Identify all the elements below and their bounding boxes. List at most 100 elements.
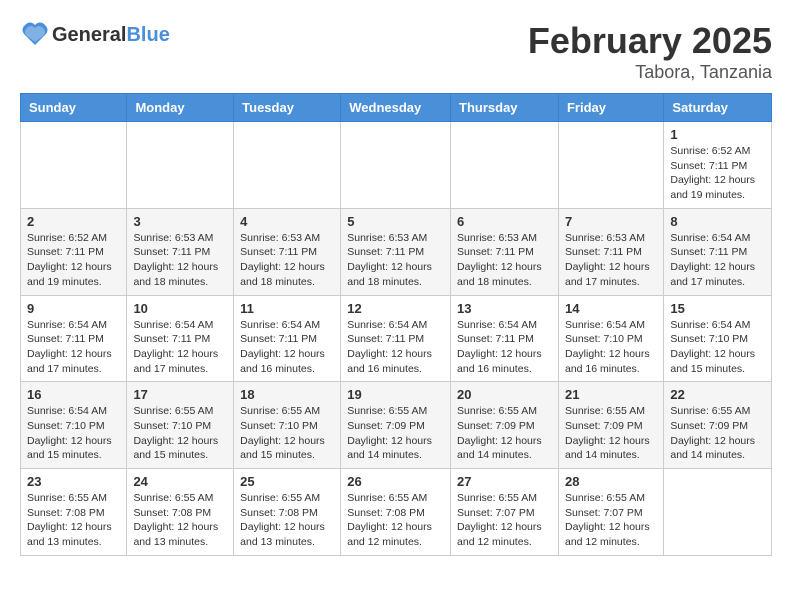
calendar-week-5: 23 Sunrise: 6:55 AM Sunset: 7:08 PM Dayli…	[21, 469, 772, 556]
calendar-cell: 16 Sunrise: 6:54 AM Sunset: 7:10 PM Dayli…	[21, 382, 127, 469]
day-number: 16	[27, 387, 120, 402]
calendar-cell: 15 Sunrise: 6:54 AM Sunset: 7:10 PM Dayli…	[664, 295, 772, 382]
day-number: 3	[133, 214, 227, 229]
calendar-cell: 24 Sunrise: 6:55 AM Sunset: 7:08 PM Dayli…	[127, 469, 234, 556]
day-number: 27	[457, 474, 552, 489]
day-number: 15	[670, 301, 765, 316]
calendar-cell	[127, 122, 234, 209]
calendar-cell	[341, 122, 451, 209]
calendar-cell: 21 Sunrise: 6:55 AM Sunset: 7:09 PM Dayli…	[558, 382, 663, 469]
logo-general: General	[52, 24, 126, 46]
calendar-cell: 23 Sunrise: 6:55 AM Sunset: 7:08 PM Dayli…	[21, 469, 127, 556]
day-number: 13	[457, 301, 552, 316]
day-info: Sunrise: 6:55 AM Sunset: 7:10 PM Dayligh…	[133, 404, 227, 463]
day-info: Sunrise: 6:54 AM Sunset: 7:11 PM Dayligh…	[27, 318, 120, 377]
day-info: Sunrise: 6:54 AM Sunset: 7:10 PM Dayligh…	[27, 404, 120, 463]
calendar-cell: 12 Sunrise: 6:54 AM Sunset: 7:11 PM Dayli…	[341, 295, 451, 382]
location-title: Tabora, Tanzania	[528, 62, 772, 83]
day-number: 14	[565, 301, 657, 316]
day-info: Sunrise: 6:53 AM Sunset: 7:11 PM Dayligh…	[133, 231, 227, 290]
day-number: 28	[565, 474, 657, 489]
weekday-header-thursday: Thursday	[451, 94, 559, 122]
day-number: 21	[565, 387, 657, 402]
day-info: Sunrise: 6:55 AM Sunset: 7:09 PM Dayligh…	[670, 404, 765, 463]
day-number: 11	[240, 301, 334, 316]
day-number: 25	[240, 474, 334, 489]
weekday-header-saturday: Saturday	[664, 94, 772, 122]
calendar-cell: 10Sunrise: 6:54 AM Sunset: 7:11 PM Dayli…	[127, 295, 234, 382]
weekday-header-friday: Friday	[558, 94, 663, 122]
day-number: 20	[457, 387, 552, 402]
weekday-header-sunday: Sunday	[21, 94, 127, 122]
calendar-cell: 7 Sunrise: 6:53 AM Sunset: 7:11 PM Daylig…	[558, 208, 663, 295]
calendar-cell: 25 Sunrise: 6:55 AM Sunset: 7:08 PM Dayli…	[234, 469, 341, 556]
calendar-cell: 1 Sunrise: 6:52 AM Sunset: 7:11 PM Daylig…	[664, 122, 772, 209]
day-number: 26	[347, 474, 444, 489]
day-info: Sunrise: 6:55 AM Sunset: 7:07 PM Dayligh…	[457, 491, 552, 550]
calendar-cell: 4 Sunrise: 6:53 AM Sunset: 7:11 PM Daylig…	[234, 208, 341, 295]
day-info: Sunrise: 6:54 AM Sunset: 7:10 PM Dayligh…	[670, 318, 765, 377]
logo-blue: Blue	[126, 24, 169, 46]
day-number: 1	[670, 127, 765, 142]
calendar-table: SundayMondayTuesdayWednesdayThursdayFrid…	[20, 93, 772, 556]
day-info: Sunrise: 6:55 AM Sunset: 7:08 PM Dayligh…	[240, 491, 334, 550]
calendar-week-3: 9 Sunrise: 6:54 AM Sunset: 7:11 PM Daylig…	[21, 295, 772, 382]
day-info: Sunrise: 6:52 AM Sunset: 7:11 PM Dayligh…	[670, 144, 765, 203]
logo: GeneralBlue	[20, 20, 170, 50]
day-info: Sunrise: 6:54 AM Sunset: 7:11 PM Dayligh…	[457, 318, 552, 377]
day-number: 12	[347, 301, 444, 316]
calendar-cell	[451, 122, 559, 209]
day-number: 7	[565, 214, 657, 229]
weekday-header-monday: Monday	[127, 94, 234, 122]
day-info: Sunrise: 6:55 AM Sunset: 7:08 PM Dayligh…	[133, 491, 227, 550]
weekday-header-row: SundayMondayTuesdayWednesdayThursdayFrid…	[21, 94, 772, 122]
calendar-cell: 11 Sunrise: 6:54 AM Sunset: 7:11 PM Dayli…	[234, 295, 341, 382]
day-number: 8	[670, 214, 765, 229]
calendar-cell: 17 Sunrise: 6:55 AM Sunset: 7:10 PM Dayli…	[127, 382, 234, 469]
weekday-header-tuesday: Tuesday	[234, 94, 341, 122]
day-number: 2	[27, 214, 120, 229]
day-number: 22	[670, 387, 765, 402]
day-number: 19	[347, 387, 444, 402]
calendar-cell: 19 Sunrise: 6:55 AM Sunset: 7:09 PM Dayli…	[341, 382, 451, 469]
day-info: Sunrise: 6:54 AM Sunset: 7:11 PM Dayligh…	[240, 318, 334, 377]
day-number: 10	[133, 301, 227, 316]
calendar-cell: 2 Sunrise: 6:52 AM Sunset: 7:11 PM Daylig…	[21, 208, 127, 295]
day-number: 18	[240, 387, 334, 402]
day-number: 23	[27, 474, 120, 489]
day-info: Sunrise: 6:52 AM Sunset: 7:11 PM Dayligh…	[27, 231, 120, 290]
calendar-week-4: 16 Sunrise: 6:54 AM Sunset: 7:10 PM Dayli…	[21, 382, 772, 469]
day-info: Sunrise: 6:55 AM Sunset: 7:08 PM Dayligh…	[27, 491, 120, 550]
day-number: 4	[240, 214, 334, 229]
day-info: Sunrise: 6:55 AM Sunset: 7:09 PM Dayligh…	[565, 404, 657, 463]
day-info: Sunrise: 6:55 AM Sunset: 7:09 PM Dayligh…	[347, 404, 444, 463]
calendar-cell: 13 Sunrise: 6:54 AM Sunset: 7:11 PM Dayli…	[451, 295, 559, 382]
calendar-cell	[664, 469, 772, 556]
calendar-week-2: 2 Sunrise: 6:52 AM Sunset: 7:11 PM Daylig…	[21, 208, 772, 295]
day-number: 24	[133, 474, 227, 489]
calendar-cell	[21, 122, 127, 209]
page-header: GeneralBlue February 2025 Tabora, Tanzan…	[20, 20, 772, 83]
day-number: 9	[27, 301, 120, 316]
day-info: Sunrise: 6:53 AM Sunset: 7:11 PM Dayligh…	[240, 231, 334, 290]
calendar-cell: 26 Sunrise: 6:55 AM Sunset: 7:08 PM Dayli…	[341, 469, 451, 556]
day-info: Sunrise: 6:54 AM Sunset: 7:11 PM Dayligh…	[347, 318, 444, 377]
logo-icon	[20, 20, 50, 50]
calendar-cell: 3 Sunrise: 6:53 AM Sunset: 7:11 PM Daylig…	[127, 208, 234, 295]
calendar-cell: 5Sunrise: 6:53 AM Sunset: 7:11 PM Daylig…	[341, 208, 451, 295]
calendar-cell	[234, 122, 341, 209]
day-number: 6	[457, 214, 552, 229]
day-info: Sunrise: 6:55 AM Sunset: 7:08 PM Dayligh…	[347, 491, 444, 550]
calendar-cell: 22 Sunrise: 6:55 AM Sunset: 7:09 PM Dayli…	[664, 382, 772, 469]
day-info: Sunrise: 6:53 AM Sunset: 7:11 PM Dayligh…	[565, 231, 657, 290]
day-info: Sunrise: 6:53 AM Sunset: 7:11 PM Dayligh…	[457, 231, 552, 290]
weekday-header-wednesday: Wednesday	[341, 94, 451, 122]
day-number: 5	[347, 214, 444, 229]
day-number: 17	[133, 387, 227, 402]
calendar-week-1: 1 Sunrise: 6:52 AM Sunset: 7:11 PM Daylig…	[21, 122, 772, 209]
day-info: Sunrise: 6:54 AM Sunset: 7:10 PM Dayligh…	[565, 318, 657, 377]
title-section: February 2025 Tabora, Tanzania	[528, 20, 772, 83]
calendar-cell: 8 Sunrise: 6:54 AM Sunset: 7:11 PM Daylig…	[664, 208, 772, 295]
logo-text: GeneralBlue	[52, 24, 170, 47]
day-info: Sunrise: 6:54 AM Sunset: 7:11 PM Dayligh…	[670, 231, 765, 290]
